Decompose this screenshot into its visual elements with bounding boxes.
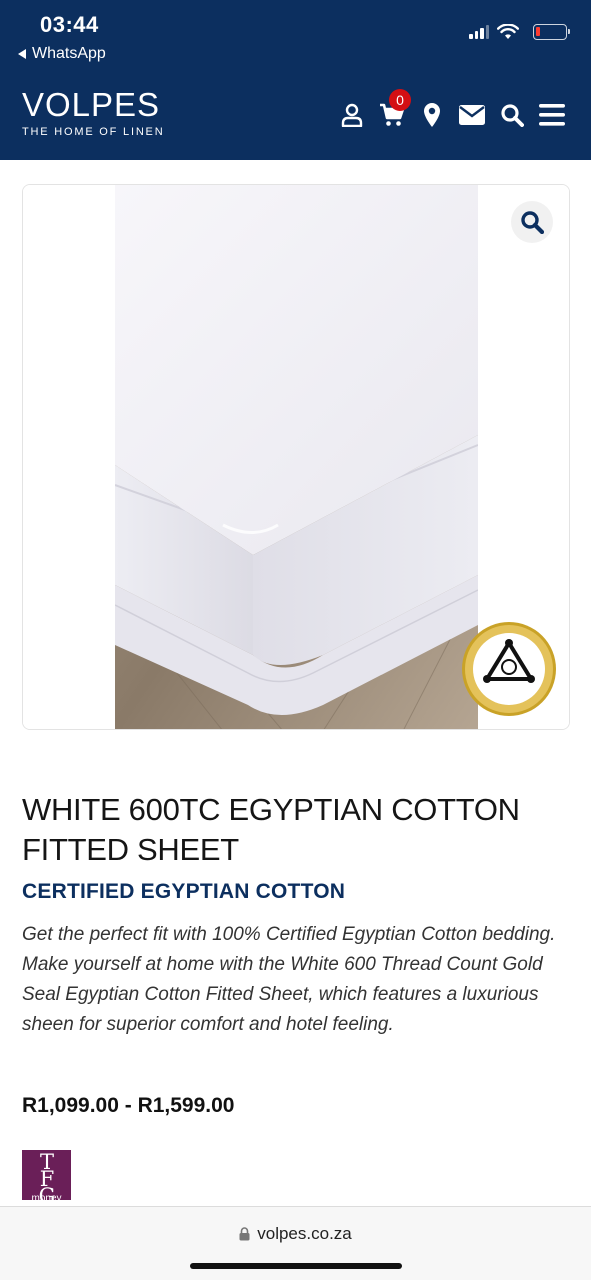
- status-icons: [469, 24, 570, 40]
- cart-count-badge: 0: [389, 89, 411, 111]
- product-subtitle: CERTIFIED EGYPTIAN COTTON: [22, 880, 346, 903]
- back-to-app-link[interactable]: WhatsApp: [18, 45, 106, 63]
- wifi-icon: [497, 24, 519, 39]
- menu-icon: [539, 104, 565, 126]
- product-description: Get the perfect fit with 100% Certified …: [22, 924, 556, 1035]
- brand-name: VOLPES: [22, 86, 161, 123]
- partner-sub-label: money: [31, 1193, 62, 1200]
- store-locator-button[interactable]: [419, 102, 445, 128]
- product-image-gallery[interactable]: [22, 184, 570, 730]
- home-indicator[interactable]: [190, 1263, 402, 1269]
- location-pin-icon: [424, 103, 440, 127]
- menu-button[interactable]: [539, 102, 565, 128]
- brand-logo[interactable]: VOLPES THE HOME OF LINEN: [22, 88, 164, 138]
- zoom-button[interactable]: [511, 201, 553, 243]
- user-icon: [341, 103, 363, 127]
- egyptian-cotton-gold-seal: [462, 622, 556, 716]
- url-display[interactable]: volpes.co.za: [0, 1224, 591, 1244]
- lock-icon: [239, 1227, 250, 1241]
- search-icon: [501, 104, 524, 127]
- battery-icon: [533, 24, 570, 40]
- search-button[interactable]: [499, 102, 525, 128]
- back-app-label: WhatsApp: [32, 45, 106, 62]
- product-title: WHITE 600TC EGYPTIAN COTTON FITTED SHEET: [22, 792, 520, 867]
- back-arrow-icon: [18, 49, 26, 59]
- product-price: R1,099.00 - R1,599.00: [22, 1094, 235, 1117]
- browser-url-bar[interactable]: volpes.co.za: [0, 1206, 591, 1280]
- status-time: 03:44: [40, 12, 99, 37]
- account-button[interactable]: [339, 102, 365, 128]
- header-nav: 0: [339, 89, 565, 132]
- brand-tagline: THE HOME OF LINEN: [22, 126, 165, 138]
- cart-button[interactable]: 0: [379, 89, 411, 128]
- site-header: 03:44 WhatsApp VOLPES THE HOME OF LINEN: [0, 0, 591, 160]
- cellular-signal-icon: [469, 25, 489, 39]
- contact-button[interactable]: [459, 102, 485, 128]
- magnifier-icon: [521, 211, 544, 234]
- tfg-money-badge[interactable]: TFG money: [22, 1150, 71, 1200]
- url-text: volpes.co.za: [257, 1224, 352, 1243]
- mail-icon: [459, 105, 485, 125]
